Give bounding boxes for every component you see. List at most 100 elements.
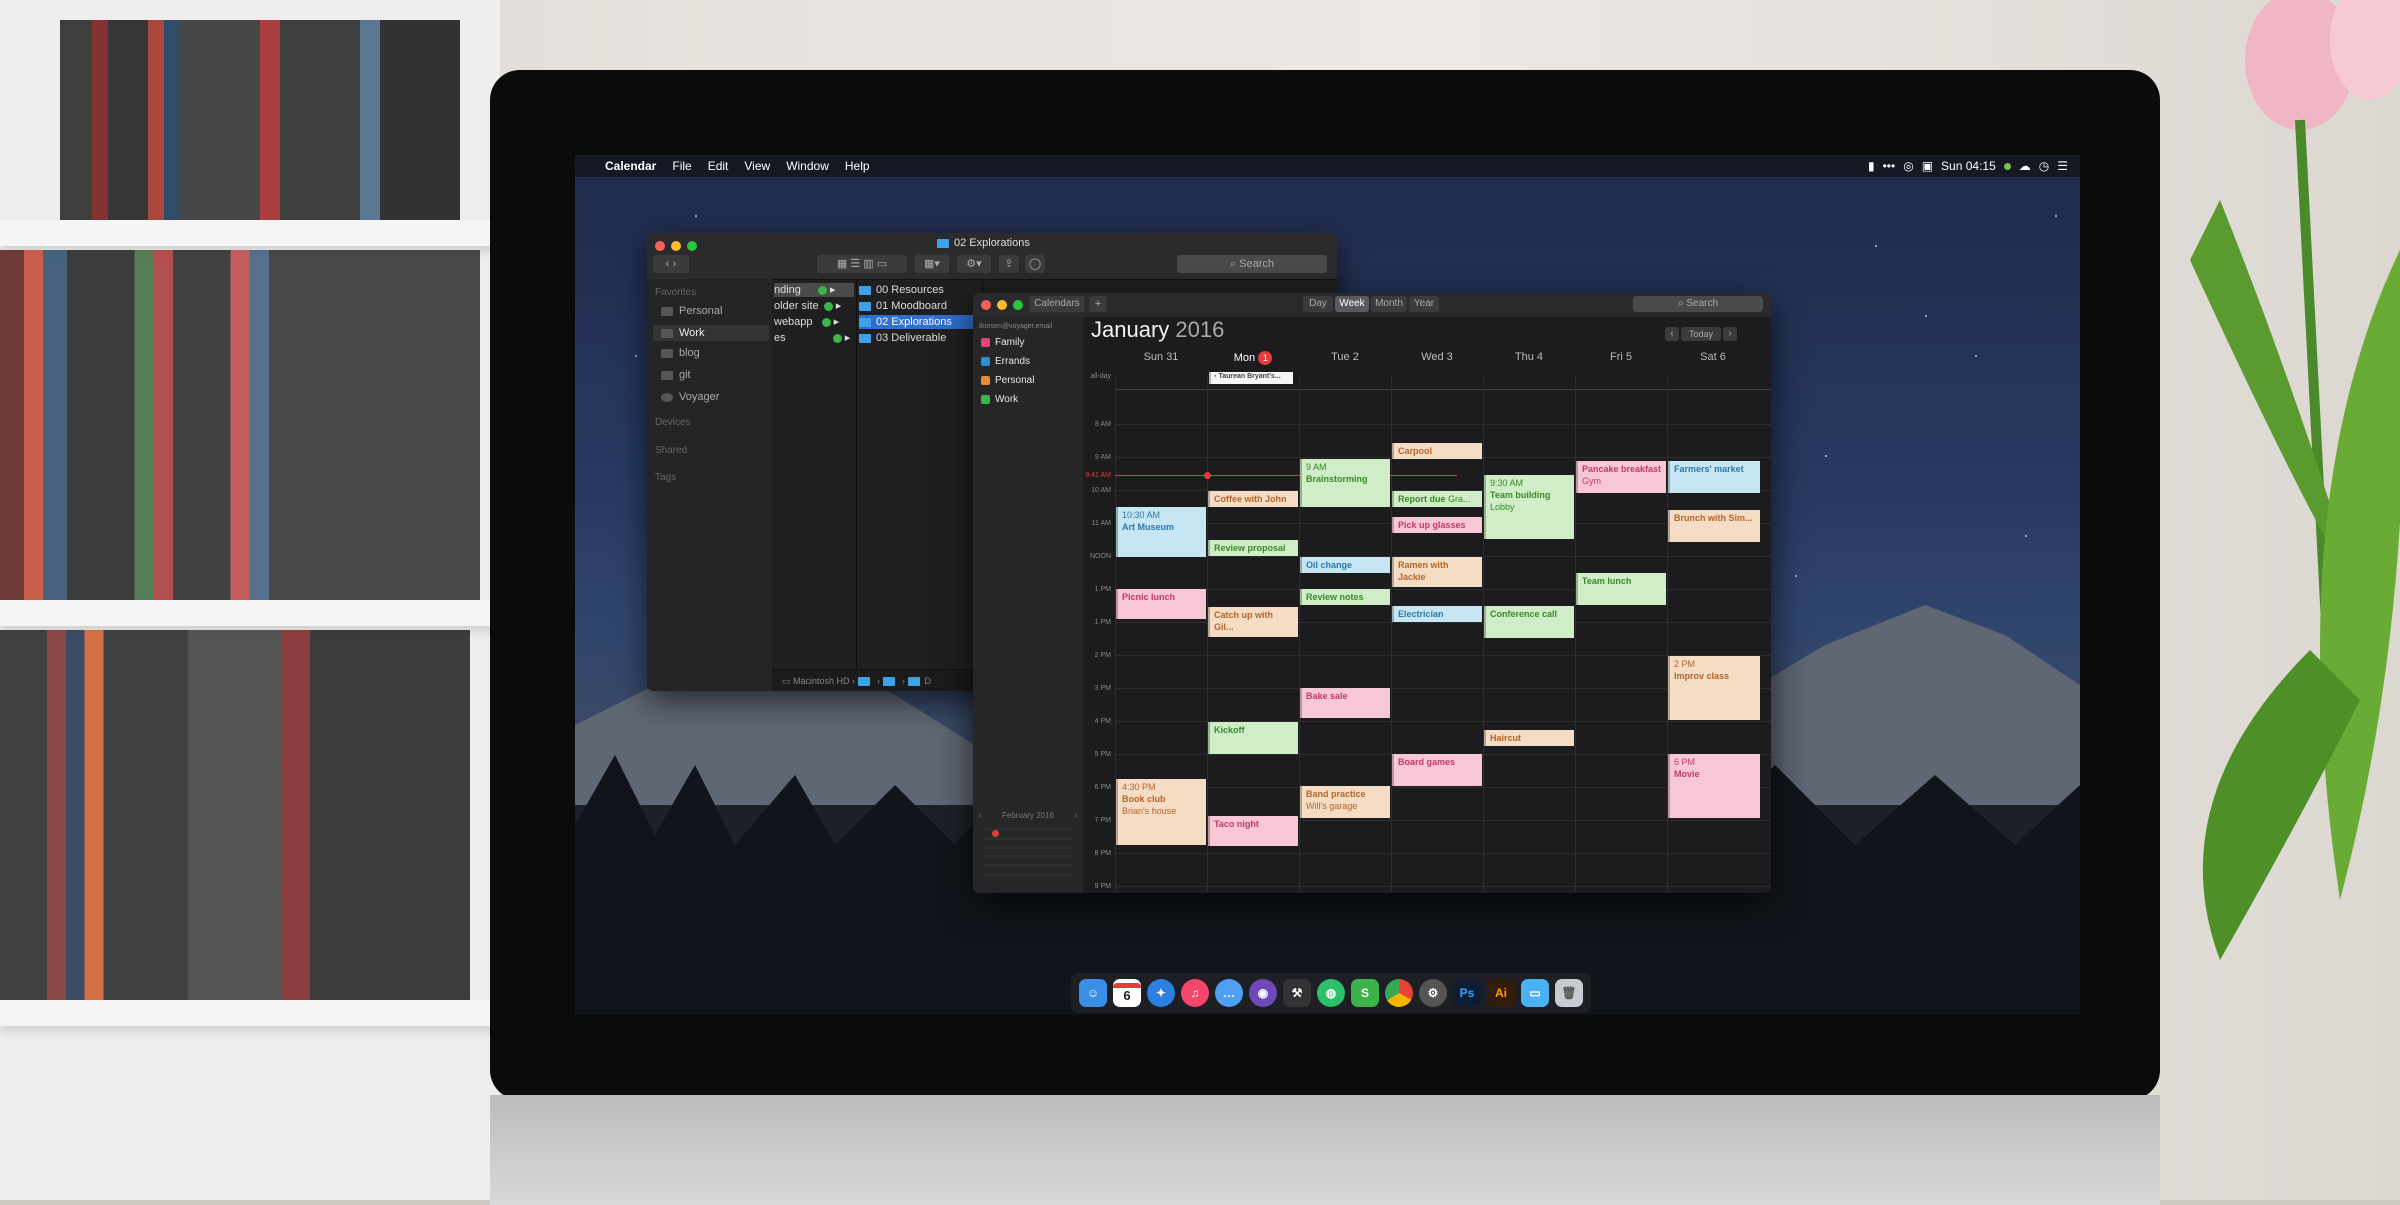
calendar-item-errands[interactable]: Errands (981, 356, 1030, 367)
more-icon[interactable]: ••• (1883, 159, 1896, 173)
day-header-mon[interactable]: Mon 1 (1207, 351, 1299, 365)
minimize-button[interactable] (671, 241, 681, 251)
event-conference-call[interactable]: Conference call (1484, 606, 1574, 638)
event-bake-sale[interactable]: Bake sale (1300, 688, 1390, 718)
cloud-icon[interactable]: ☁ (2019, 159, 2031, 173)
allday-event[interactable]: ▪ Taurean Bryant's... (1209, 372, 1293, 384)
menu-edit[interactable]: Edit (700, 159, 737, 173)
close-button[interactable] (655, 241, 665, 251)
calendar-icon[interactable]: 6 (1113, 979, 1141, 1007)
list-item-selected[interactable]: 02 Explorations (859, 315, 977, 329)
action-gear-icon[interactable]: ⚙▾ (957, 255, 991, 273)
folder-icon[interactable] (907, 677, 920, 687)
event-review-notes[interactable]: Review notes (1300, 589, 1390, 605)
event-picnic-lunch[interactable]: Picnic lunch (1116, 589, 1206, 619)
event-board-games[interactable]: Board games (1392, 754, 1482, 786)
list-item[interactable]: es ▸ (774, 331, 854, 345)
event-brunch[interactable]: Brunch with Sim... (1668, 510, 1760, 542)
event-kickoff[interactable]: Kickoff (1208, 722, 1298, 754)
day-header-sun[interactable]: Sun 31 (1115, 351, 1207, 363)
tools-icon[interactable]: ⚒ (1283, 979, 1311, 1007)
view-month-button[interactable]: Month (1371, 296, 1407, 312)
prev-week-button[interactable]: ‹ (1665, 327, 1679, 341)
event-book-club[interactable]: 4:30 PM Book club Brian's house (1116, 779, 1206, 845)
photoshop-icon[interactable]: Ps (1453, 979, 1481, 1007)
bookmark-icon[interactable]: ▮ (1868, 159, 1875, 173)
view-year-button[interactable]: Year (1409, 296, 1439, 312)
folder-icon[interactable] (882, 677, 895, 687)
sync-icon[interactable]: ◎ (1903, 159, 1913, 173)
settings-icon[interactable]: ⚙ (1419, 979, 1447, 1007)
trash-icon[interactable]: 🗑 (1555, 979, 1583, 1007)
event-movie[interactable]: 6 PM Movie (1668, 754, 1760, 818)
finder-search-input[interactable]: ⌕ Search (1177, 255, 1327, 273)
safari-icon[interactable]: ✦ (1147, 979, 1175, 1007)
music-icon[interactable]: ♫ (1181, 979, 1209, 1007)
illustrator-icon[interactable]: Ai (1487, 979, 1515, 1007)
event-review-proposal[interactable]: Review proposal (1208, 540, 1298, 556)
menubar-clock[interactable]: Sun 04:15 (1941, 159, 1996, 173)
sketch-icon[interactable]: S (1351, 979, 1379, 1007)
zoom-button[interactable] (687, 241, 697, 251)
calendar-item-personal[interactable]: Personal (981, 375, 1034, 386)
event-improv-class[interactable]: 2 PM Improv class (1668, 656, 1760, 720)
day-header-fri[interactable]: Fri 5 (1575, 351, 1667, 363)
view-mode-buttons[interactable]: ▦ ☰ ▥ ▭ (817, 255, 907, 273)
app-menu-calendar[interactable]: Calendar (597, 159, 664, 173)
event-coffee-with-john[interactable]: Coffee with John (1208, 491, 1298, 507)
list-item[interactable]: 00 Resources (859, 283, 944, 297)
event-ramen[interactable]: Ramen with Jackie (1392, 557, 1482, 587)
day-header-wed[interactable]: Wed 3 (1391, 351, 1483, 363)
messages-icon[interactable]: … (1215, 979, 1243, 1007)
menu-window[interactable]: Window (778, 159, 837, 173)
close-button[interactable] (981, 300, 991, 310)
checkbox-icon[interactable] (981, 395, 990, 404)
maps-icon[interactable]: ◍ (1317, 979, 1345, 1007)
checkbox-icon[interactable] (981, 338, 990, 347)
list-item[interactable]: nding ▸ (774, 283, 854, 297)
path-item[interactable]: Macintosh HD (793, 676, 850, 686)
event-oil-change[interactable]: Oil change (1300, 557, 1390, 573)
list-item[interactable]: older site ▸ (774, 299, 854, 313)
menu-help[interactable]: Help (837, 159, 878, 173)
event-pick-up-glasses[interactable]: Pick up glasses (1392, 517, 1482, 533)
chrome-icon[interactable] (1385, 979, 1413, 1007)
prev-month-icon[interactable]: ‹ (979, 811, 982, 820)
sidebar-item-work[interactable]: Work (653, 325, 769, 341)
event-report-due[interactable]: Report due Gra... (1392, 491, 1482, 507)
today-button[interactable]: Today (1681, 327, 1721, 341)
calendar-search-input[interactable]: ⌕ Search (1633, 296, 1763, 312)
next-month-icon[interactable]: › (1074, 811, 1077, 820)
calendar-status-icon[interactable]: ▣ (1922, 159, 1933, 173)
menu-view[interactable]: View (736, 159, 778, 173)
event-brainstorming[interactable]: 9 AM Brainstorming (1300, 459, 1390, 507)
day-header-tue[interactable]: Tue 2 (1299, 351, 1391, 363)
calendar-item-family[interactable]: Family (981, 337, 1024, 348)
tag-icon[interactable]: ◯ (1025, 255, 1045, 273)
event-art-museum[interactable]: 10:30 AM Art Museum (1116, 507, 1206, 557)
event-catch-up[interactable]: Catch up with Gil... (1208, 607, 1298, 637)
share-icon[interactable]: ⇪ (999, 255, 1019, 273)
minimize-button[interactable] (997, 300, 1007, 310)
clock-icon[interactable]: ◷ (2039, 159, 2049, 173)
path-item[interactable]: D (925, 676, 932, 686)
view-day-button[interactable]: Day (1303, 296, 1333, 312)
checkbox-icon[interactable] (981, 357, 990, 366)
event-carpool[interactable]: Carpool (1392, 443, 1482, 459)
calendars-button[interactable]: Calendars (1029, 296, 1085, 312)
list-item[interactable]: 03 Deliverable (859, 331, 946, 345)
sidebar-item-personal[interactable]: Personal (661, 305, 722, 317)
sidebar-item-voyager[interactable]: Voyager (661, 391, 719, 403)
folder-icon[interactable]: ▭ (1521, 979, 1549, 1007)
next-week-button[interactable]: › (1723, 327, 1737, 341)
sidebar-item-git[interactable]: git (661, 369, 691, 381)
back-forward-buttons[interactable]: ‹ › (653, 255, 689, 273)
event-pancake-breakfast[interactable]: Pancake breakfast Gym (1576, 461, 1666, 493)
list-item[interactable]: 01 Moodboard (859, 299, 947, 313)
sidebar-item-blog[interactable]: blog (661, 347, 700, 359)
event-electrician[interactable]: Electrician (1392, 606, 1482, 622)
event-taco-night[interactable]: Taco night (1208, 816, 1298, 846)
notification-center-icon[interactable]: ☰ (2057, 159, 2068, 173)
view-week-button[interactable]: Week (1335, 296, 1369, 312)
event-haircut[interactable]: Haircut (1484, 730, 1574, 746)
